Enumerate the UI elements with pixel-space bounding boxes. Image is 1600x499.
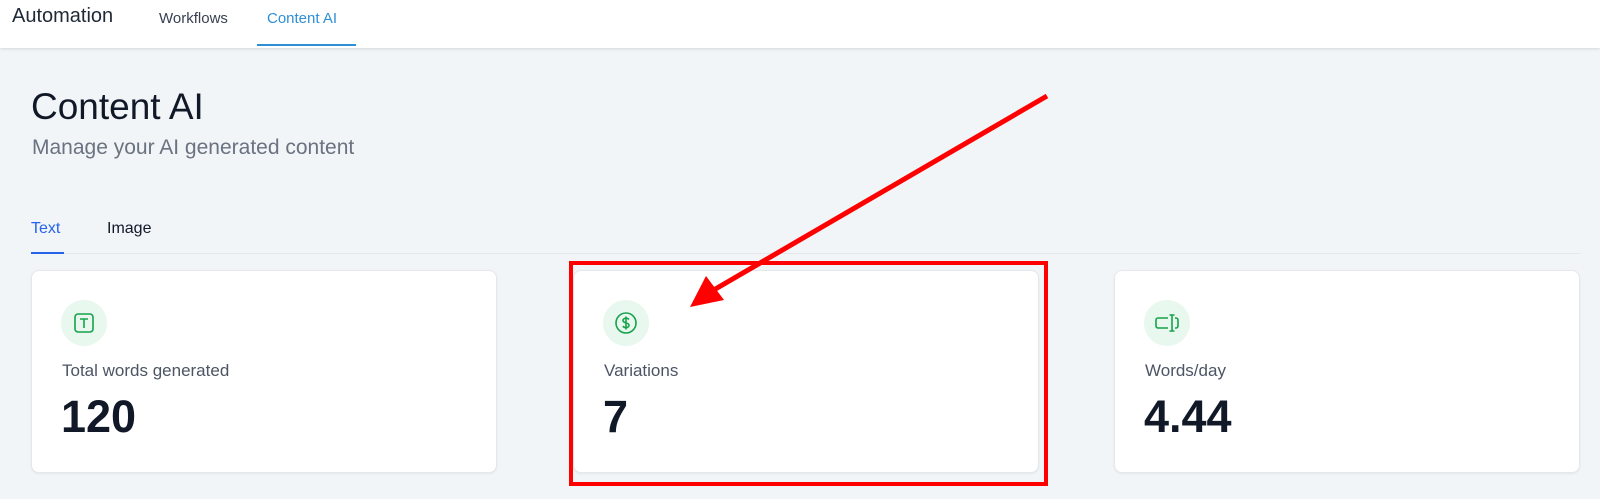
- stat-label: Words/day: [1145, 361, 1226, 380]
- stat-value: 7: [603, 391, 629, 442]
- text-icon: [61, 300, 107, 346]
- tab-divider: [31, 253, 1580, 254]
- dollar-icon: [603, 300, 649, 346]
- stat-card-words-per-day: Words/day 4.44: [1114, 270, 1580, 473]
- nav-tab-workflows[interactable]: Workflows: [159, 10, 228, 27]
- stat-label: Variations: [604, 361, 679, 380]
- page-subtitle: Manage your AI generated content: [32, 136, 355, 159]
- top-navbar: Automation Workflows Content AI: [0, 0, 1600, 48]
- stat-card-total-words: Total words generated 120: [31, 270, 497, 473]
- tab-image[interactable]: Image: [107, 220, 151, 238]
- stat-value: 4.44: [1144, 391, 1232, 442]
- tab-text[interactable]: Text: [31, 220, 60, 238]
- stat-card-variations: Variations 7: [573, 270, 1039, 473]
- app-title: Automation: [12, 5, 114, 27]
- nav-tab-content-ai[interactable]: Content AI: [267, 10, 337, 27]
- text-cursor-icon: [1144, 300, 1190, 346]
- tab-active-indicator: [31, 252, 64, 254]
- stat-label: Total words generated: [62, 361, 230, 380]
- page-title: Content AI: [31, 86, 204, 127]
- nav-active-indicator: [257, 44, 356, 46]
- stat-value: 120: [61, 391, 137, 442]
